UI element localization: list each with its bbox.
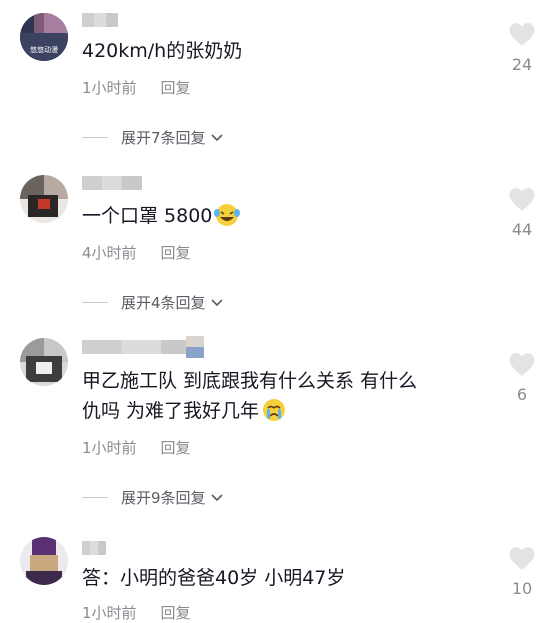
like-button[interactable]: 24 (508, 22, 536, 74)
heart-icon (509, 353, 535, 376)
expand-replies-label: 展开9条回复 (121, 489, 206, 507)
divider (82, 497, 108, 498)
reply-button[interactable]: 回复 (161, 604, 191, 622)
comment-text-line: 仇吗 为难了我好几年 (82, 396, 472, 431)
comment-meta: 1小时前 回复 (82, 437, 191, 458)
comment-text-line: 甲乙施工队 到底跟我有什么关系 有什么 (82, 370, 418, 392)
heart-icon (509, 23, 535, 46)
comment-meta: 1小时前 回复 (82, 602, 191, 623)
username[interactable] (82, 340, 202, 354)
comment-item: 一个口罩 5800 4小时前 回复 展开4条回复 44 (0, 165, 546, 330)
reply-button[interactable]: 回复 (161, 79, 191, 97)
avatar[interactable]: 悠悠动漫 (20, 13, 68, 61)
comment-meta: 4小时前 回复 (82, 242, 191, 263)
expand-replies-label: 展开7条回复 (121, 129, 206, 147)
username[interactable] (82, 541, 106, 555)
comment-text: 甲乙施工队 到底跟我有什么关系 有什么 仇吗 为难了我好几年 (82, 366, 472, 431)
like-button[interactable]: 10 (508, 546, 536, 598)
expand-replies-button[interactable]: 展开7条回复 (82, 127, 224, 148)
timestamp: 1小时前 (82, 439, 137, 457)
reply-button[interactable]: 回复 (161, 439, 191, 457)
like-count: 10 (511, 579, 533, 598)
like-button[interactable]: 6 (508, 352, 536, 404)
avatar-badge-text: 悠悠动漫 (30, 46, 58, 54)
divider (82, 302, 108, 303)
like-count: 44 (511, 220, 533, 239)
divider (82, 137, 108, 138)
expand-replies-button[interactable]: 展开4条回复 (82, 292, 224, 313)
username[interactable] (82, 176, 142, 190)
comment-item: 答：小明的爸爸40岁 小明47岁 1小时前 回复 10 (0, 520, 546, 622)
comment-meta: 1小时前 回复 (82, 77, 191, 98)
chevron-down-icon (210, 298, 223, 306)
comment-item: 甲乙施工队 到底跟我有什么关系 有什么 仇吗 为难了我好几年 1小时前 回复 展开… (0, 330, 546, 520)
comment-text: 答：小明的爸爸40岁 小明47岁 (82, 567, 346, 589)
chevron-down-icon (210, 133, 223, 141)
like-button[interactable]: 44 (508, 187, 536, 239)
comment-item: 悠悠动漫 420km/h的张奶奶 1小时前 回复 展开7条回复 24 (0, 0, 546, 165)
user-badge (186, 336, 204, 358)
avatar[interactable] (20, 175, 68, 223)
heart-icon (509, 188, 535, 211)
crying-emoji (261, 398, 287, 431)
comment-text: 一个口罩 5800 (82, 201, 472, 236)
like-count: 6 (516, 385, 528, 404)
timestamp: 4小时前 (82, 244, 137, 262)
expand-replies-label: 展开4条回复 (121, 294, 206, 312)
timestamp: 1小时前 (82, 604, 137, 622)
timestamp: 1小时前 (82, 79, 137, 97)
expand-replies-button[interactable]: 展开9条回复 (82, 487, 224, 508)
username[interactable] (82, 13, 118, 27)
reply-button[interactable]: 回复 (161, 244, 191, 262)
comment-text: 420km/h的张奶奶 (82, 40, 243, 62)
heart-icon (509, 547, 535, 570)
like-count: 24 (511, 55, 533, 74)
avatar[interactable] (20, 537, 68, 585)
chevron-down-icon (210, 493, 223, 501)
avatar[interactable] (20, 338, 68, 386)
laughing-tears-emoji (214, 203, 241, 236)
